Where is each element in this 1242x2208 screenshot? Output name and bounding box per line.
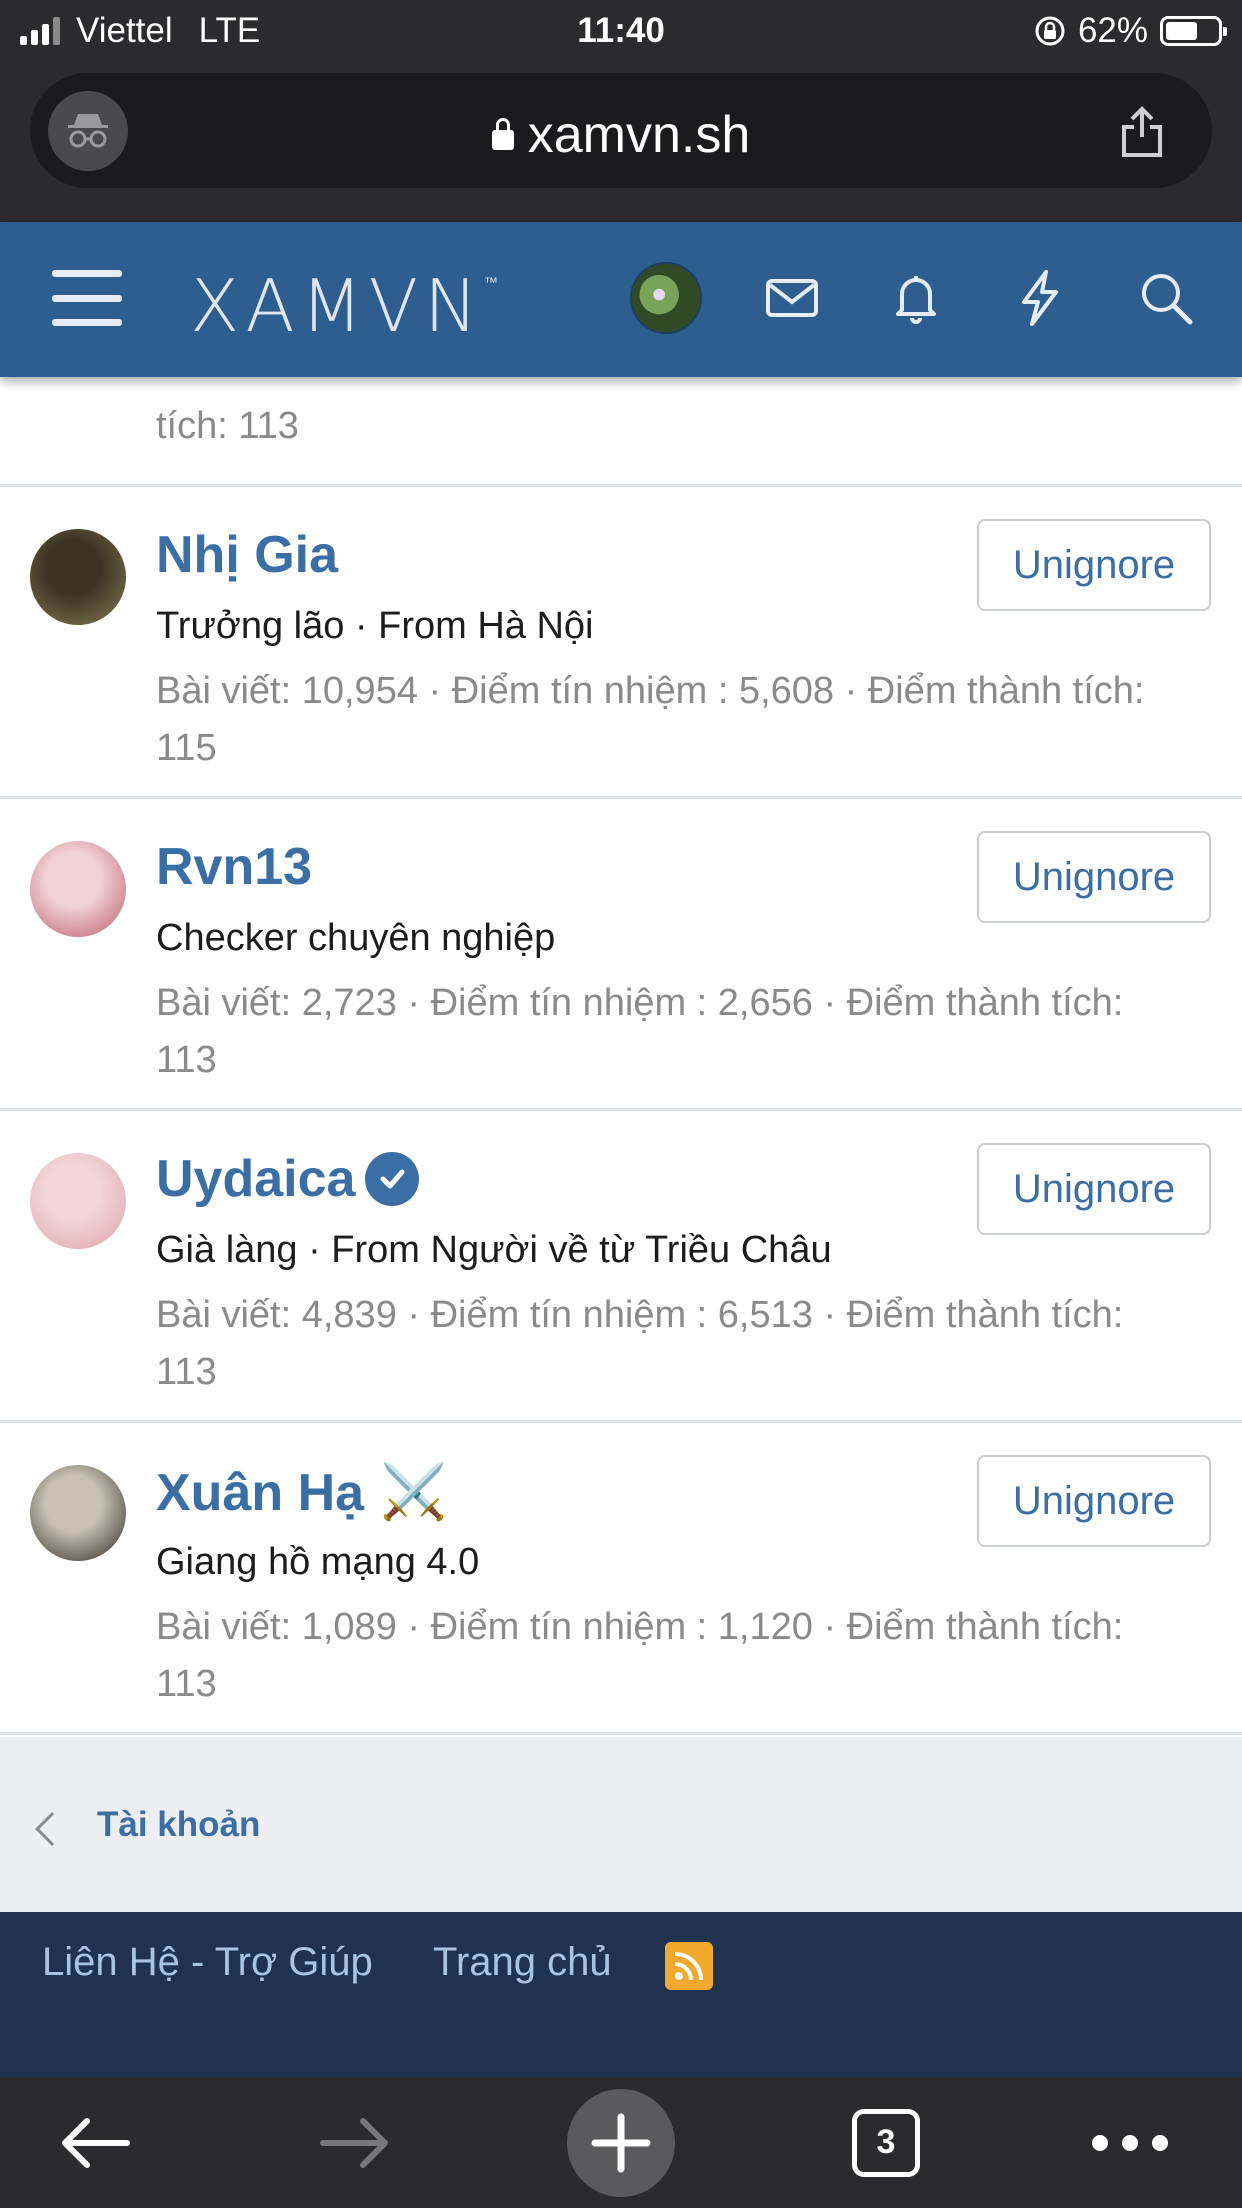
- battery-icon: [1160, 16, 1227, 46]
- member-title: Trưởng lão · From Hà Nội: [156, 605, 594, 647]
- status-right: 62%: [1034, 11, 1227, 51]
- more-dots-icon: [1092, 2134, 1168, 2151]
- avatar[interactable]: [30, 529, 126, 625]
- breadcrumb-account-link[interactable]: Tài khoản: [97, 1805, 260, 1845]
- share-icon[interactable]: [1112, 101, 1172, 161]
- member-stats: tích: 113: [156, 405, 299, 447]
- list-item: Nhị Gia Trưởng lão · From Hà Nội Bài viế…: [0, 487, 1242, 799]
- site-header: XAMVN™: [0, 222, 1242, 377]
- url-text: xamvn.sh: [527, 106, 751, 164]
- crossed-swords-icon: ⚔️: [380, 1462, 448, 1522]
- member-name-text: Rvn13: [156, 838, 313, 896]
- back-button[interactable]: [50, 2077, 140, 2208]
- more-menu-button[interactable]: [1080, 2077, 1180, 2208]
- member-stats: Bài viết: 1,089 · Điểm tín nhiệm : 1,120…: [156, 1606, 1124, 1705]
- arrow-left-icon: [62, 2117, 130, 2168]
- orientation-lock-icon: [1035, 16, 1065, 46]
- search-icon[interactable]: [1134, 266, 1198, 330]
- rss-icon[interactable]: [665, 1942, 713, 1990]
- lock-icon: [491, 118, 514, 150]
- contact-help-link[interactable]: Liên Hệ - Trợ Giúp: [42, 1940, 373, 1985]
- battery-percent: 62%: [1077, 11, 1148, 50]
- tab-count: 3: [852, 2108, 920, 2177]
- arrow-right-icon: [320, 2117, 388, 2168]
- avatar[interactable]: [30, 841, 126, 937]
- breadcrumb: Tài khoản: [0, 1737, 1242, 1912]
- unignore-button[interactable]: Unignore: [977, 1455, 1211, 1547]
- member-name-text: Xuân Hạ: [156, 1463, 365, 1522]
- inbox-icon[interactable]: [760, 266, 824, 330]
- battery-level: [1166, 22, 1197, 40]
- list-item: Rvn13 Checker chuyên nghiệp Bài viết: 2,…: [0, 799, 1242, 1111]
- chevron-left-icon[interactable]: [35, 1812, 69, 1846]
- member-name-text: Nhị Gia: [156, 526, 339, 584]
- member-name-text: Uydaica: [156, 1150, 356, 1208]
- url-display[interactable]: xamvn.sh: [30, 105, 1212, 165]
- plus-circle: [567, 2088, 675, 2197]
- unignore-button[interactable]: Unignore: [977, 1143, 1211, 1235]
- plus-icon: [591, 2113, 651, 2172]
- member-stats: Bài viết: 10,954 · Điểm tín nhiệm : 5,60…: [156, 670, 1145, 769]
- home-link[interactable]: Trang chủ: [433, 1940, 612, 1985]
- member-title: Già làng · From Người về từ Triều Châu: [156, 1229, 832, 1271]
- status-bar: Viettel LTE 11:40 62%: [0, 0, 1242, 62]
- new-tab-button[interactable]: [566, 2077, 676, 2208]
- user-avatar[interactable]: [630, 262, 702, 334]
- member-name[interactable]: Xuân Hạ ⚔️: [156, 1461, 447, 1524]
- unignore-button[interactable]: Unignore: [977, 519, 1211, 611]
- member-name[interactable]: Uydaica: [156, 1149, 420, 1209]
- member-name[interactable]: Rvn13: [156, 837, 312, 897]
- forward-button[interactable]: [310, 2077, 400, 2208]
- avatar[interactable]: [30, 1465, 126, 1561]
- ignored-members-list: tích: 113 Nhị Gia Trưởng lão · From Hà N…: [0, 300, 1242, 1735]
- member-stats: Bài viết: 2,723 · Điểm tín nhiệm : 2,656…: [156, 982, 1124, 1081]
- browser-bar: xamvn.sh: [0, 62, 1242, 222]
- verified-badge-icon: [365, 1152, 420, 1206]
- site-logo[interactable]: XAMVN™: [190, 264, 498, 348]
- site-footer: Liên Hệ - Trợ Giúp Trang chủ: [0, 1912, 1242, 2077]
- unignore-button[interactable]: Unignore: [977, 831, 1211, 923]
- logo-trademark: ™: [483, 275, 498, 291]
- menu-icon[interactable]: [52, 270, 122, 326]
- member-name[interactable]: Nhị Gia: [156, 525, 338, 585]
- avatar[interactable]: [30, 1153, 126, 1249]
- list-item: Uydaica Già làng · From Người về từ Triề…: [0, 1111, 1242, 1423]
- member-title: Giang hồ mạng 4.0: [156, 1541, 480, 1583]
- logo-text: XAMVN: [190, 264, 484, 348]
- browser-toolbar: 3: [0, 2077, 1242, 2208]
- member-title: Checker chuyên nghiệp: [156, 917, 556, 959]
- tabs-button[interactable]: 3: [846, 2077, 926, 2208]
- lightning-icon[interactable]: [1008, 266, 1072, 330]
- address-bar[interactable]: xamvn.sh: [30, 73, 1212, 188]
- bell-icon[interactable]: [884, 266, 948, 330]
- member-stats: Bài viết: 4,839 · Điểm tín nhiệm : 6,513…: [156, 1294, 1124, 1393]
- list-item: Xuân Hạ ⚔️ Giang hồ mạng 4.0 Bài viết: 1,…: [0, 1423, 1242, 1735]
